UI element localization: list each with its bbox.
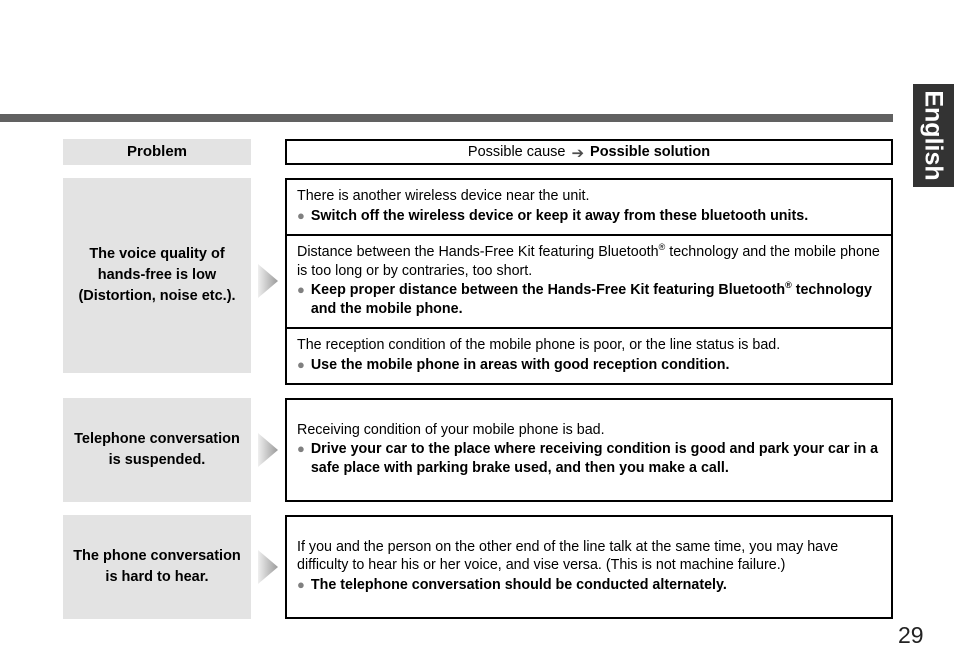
header-problem-label: Problem [126, 143, 187, 161]
triangle-right-icon [258, 264, 278, 299]
table-row: The voice quality of hands-free is low (… [63, 178, 893, 385]
row-arrow [251, 515, 285, 619]
bullet-dot-icon: ● [297, 357, 305, 373]
cause-solution-block: Receiving condition of your mobile phone… [287, 414, 891, 487]
cause-text: Receiving condition of your mobile phone… [297, 421, 605, 438]
cause-text: If you and the person on the other end o… [297, 538, 839, 574]
solution-text: Use the mobile phone in areas with good … [310, 357, 730, 374]
cause-text: The reception condition of the mobile ph… [297, 337, 781, 354]
solution-row: ● Switch off the wireless device or keep… [297, 207, 881, 226]
bullet-dot-icon: ● [297, 577, 305, 593]
solution-text-pre: Keep proper distance between the Hands-F… [310, 282, 786, 299]
solution-text: Switch off the wireless device or keep i… [310, 207, 809, 224]
top-divider-rule [0, 114, 893, 122]
solution-text: The telephone conversation should be con… [310, 577, 727, 594]
content-cell: Receiving condition of your mobile phone… [285, 397, 893, 502]
right-arrow-icon: ➔ [571, 144, 585, 162]
cause-text: There is another wireless device near th… [297, 188, 590, 204]
header-cause-label: Possible cause [467, 144, 566, 160]
solution-text: Drive your car to the place where receiv… [310, 441, 879, 477]
triangle-right-icon [258, 549, 278, 584]
content-cell: There is another wireless device near th… [285, 178, 893, 385]
language-tab-english: English [913, 84, 954, 187]
cause-text-pre: Distance between the Hands-Free Kit feat… [297, 243, 659, 260]
table-row: Telephone conversation is suspended. Rec… [63, 397, 893, 502]
bullet-dot-icon: ● [297, 207, 305, 223]
problem-cell: The phone conversation is hard to hear. [63, 514, 251, 619]
table-header-row: Problem Possible cause ➔ Possible soluti… [63, 139, 893, 165]
bullet-dot-icon: ● [297, 282, 305, 298]
header-cause-solution-label: Possible cause ➔ Possible solution [467, 144, 711, 162]
solution-row: ● Use the mobile phone in areas with goo… [297, 356, 881, 375]
row-arrow [251, 178, 285, 385]
header-arrow-spacer [251, 139, 285, 165]
solution-row: ● Keep proper distance between the Hands… [297, 281, 881, 319]
content-cell: If you and the person on the other end o… [285, 514, 893, 619]
troubleshooting-table: Problem Possible cause ➔ Possible soluti… [63, 139, 893, 619]
registered-mark-icon: ® [785, 280, 792, 291]
header-solution-label: Possible solution [590, 144, 711, 160]
problem-cell: Telephone conversation is suspended. [63, 397, 251, 502]
page-number: 29 [898, 622, 924, 648]
cause-solution-block: There is another wireless device near th… [287, 180, 891, 236]
triangle-right-icon [258, 432, 278, 467]
row-arrow [251, 398, 285, 502]
cause-text: Distance between the Hands-Free Kit feat… [297, 242, 881, 281]
problem-cell: The voice quality of hands-free is low (… [63, 178, 251, 373]
header-cause-solution-cell: Possible cause ➔ Possible solution [285, 139, 893, 165]
solution-row: ● The telephone conversation should be c… [297, 576, 881, 595]
language-tab-label: English [920, 90, 949, 181]
solution-row: ● Drive your car to the place where rece… [297, 440, 881, 478]
header-problem-cell: Problem [63, 139, 251, 165]
bullet-dot-icon: ● [297, 441, 305, 457]
cause-solution-block: The reception condition of the mobile ph… [287, 329, 891, 383]
cause-solution-block: Distance between the Hands-Free Kit feat… [287, 236, 891, 330]
cause-solution-block: If you and the person on the other end o… [287, 531, 891, 604]
solution-text: Keep proper distance between the Hands-F… [311, 281, 881, 319]
table-row: The phone conversation is hard to hear. … [63, 514, 893, 619]
